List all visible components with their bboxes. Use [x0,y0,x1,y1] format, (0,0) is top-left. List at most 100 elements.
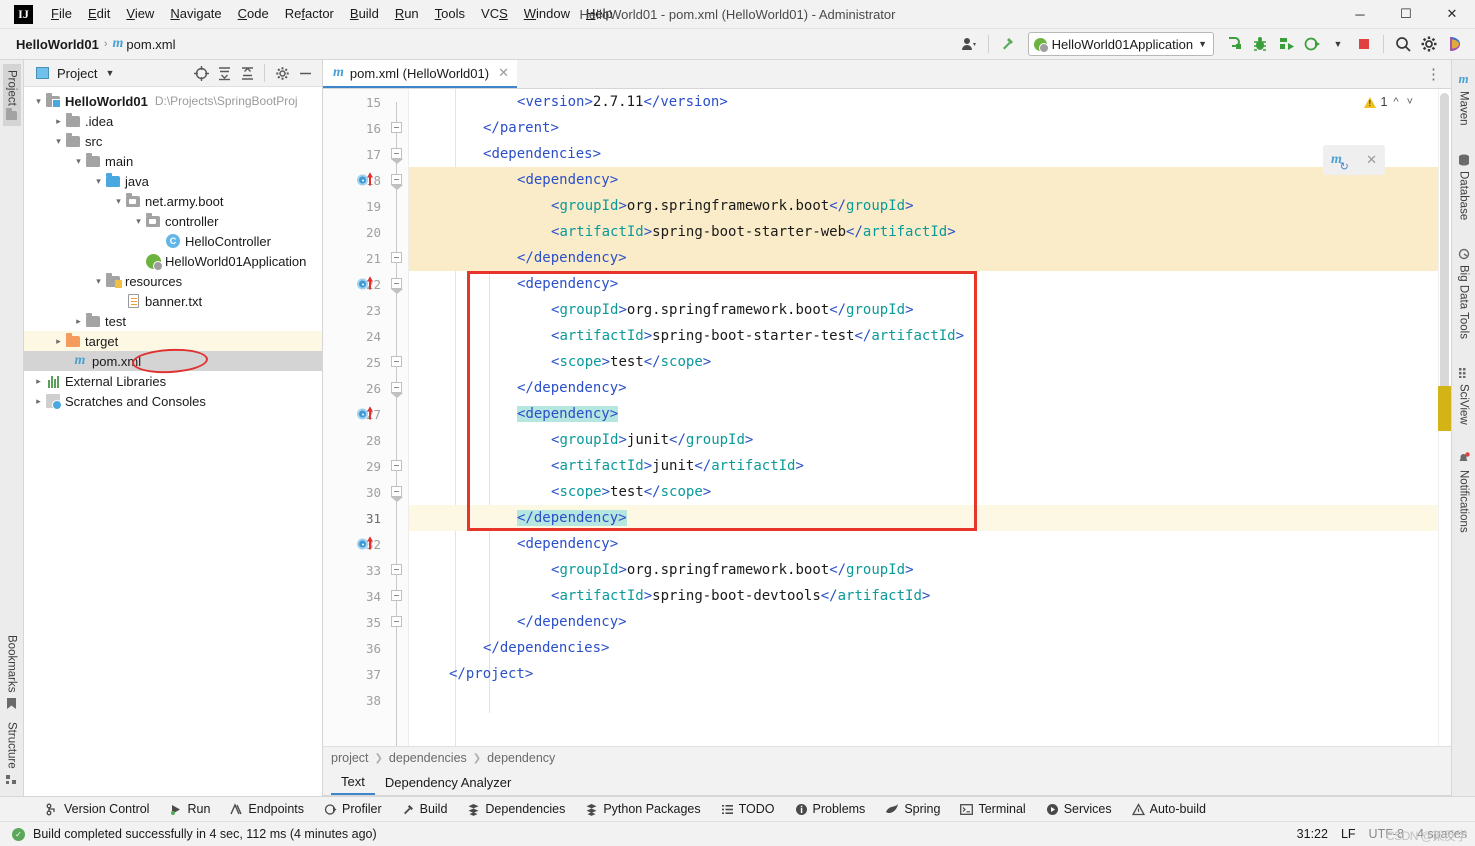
run-configuration-selector[interactable]: HelloWorld01Application ▼ [1027,32,1214,56]
caret-position[interactable]: 31:22 [1297,827,1328,841]
tree-node-resources[interactable]: ▾ resources [24,271,322,291]
tree-node-src[interactable]: ▾ src [24,131,322,151]
chevron-down-icon[interactable]: ▼ [1326,32,1350,56]
tool-button-services[interactable]: Services [1036,797,1122,822]
code-editor[interactable]: 15 16 17 18 19 20 21 22 23 24 25 26 27 2… [323,89,1451,746]
chevron-right-icon[interactable]: ▸ [52,336,65,347]
fold-marker-expanded[interactable] [391,174,403,190]
menu-help[interactable]: Help [578,3,621,25]
tree-node-helloworld01application[interactable]: HelloWorld01Application [24,251,322,271]
ide-assistant-icon[interactable] [1443,32,1467,56]
breadcrumb-dependency[interactable]: dependency [487,751,555,765]
tree-node-test[interactable]: ▸ test [24,311,322,331]
chevron-down-icon[interactable]: ▾ [32,96,45,107]
tree-node-net-army-boot[interactable]: ▾ net.army.boot [24,191,322,211]
fold-marker[interactable] [391,252,402,263]
tree-node-pom-xml[interactable]: m pom.xml [24,347,322,375]
tree-node-target[interactable]: ▸ target [24,331,322,351]
tool-button-build[interactable]: Build [392,797,458,822]
dependency-gutter-icon[interactable] [357,172,373,186]
fold-marker[interactable] [391,356,402,367]
tree-node-idea[interactable]: ▸ .idea [24,111,322,131]
maven-reload-popup[interactable]: m ✕ [1323,145,1385,175]
fold-marker[interactable] [391,616,402,627]
fold-marker[interactable] [391,122,402,133]
tree-node-scratches-and-consoles[interactable]: ▸ Scratches and Consoles [24,391,322,411]
chevron-down-icon[interactable]: ▾ [132,216,145,227]
file-encoding[interactable]: UTF-8 [1369,827,1404,841]
maven-reload-icon[interactable]: m [1331,152,1349,173]
fold-marker-expanded[interactable] [391,486,403,502]
chevron-down-icon[interactable]: ▾ [92,176,105,187]
tab-text[interactable]: Text [331,769,375,795]
fold-marker[interactable] [391,590,402,601]
fold-marker-expanded[interactable] [391,382,403,398]
expand-all-icon[interactable] [213,62,235,84]
hammer-build-icon[interactable] [996,32,1020,56]
menu-file[interactable]: File [43,3,80,25]
menu-tools[interactable]: Tools [427,3,473,25]
tree-node-hellocontroller[interactable]: C HelloController [24,231,322,251]
sidebar-item-project[interactable]: Project [2,64,21,126]
menu-refactor[interactable]: Refactor [277,3,342,25]
debug-icon[interactable] [1248,32,1272,56]
tool-button-run[interactable]: Run [159,797,220,822]
navbar-file-name[interactable]: pom.xml [126,37,175,52]
menu-view[interactable]: View [118,3,162,25]
run-icon[interactable] [1222,32,1246,56]
tree-node-banner-txt[interactable]: banner.txt [24,291,322,311]
tool-button-dependencies[interactable]: Dependencies [457,797,575,822]
close-icon[interactable]: ✕ [1366,152,1377,168]
editor-tab-pom-xml[interactable]: m pom.xml (HelloWorld01) ✕ [323,60,517,88]
chevron-down-icon[interactable]: ▾ [92,276,105,287]
chevron-right-icon[interactable]: ▸ [32,396,45,407]
more-options-icon[interactable]: ⋮ [1426,65,1443,83]
tool-button-spring[interactable]: Spring [875,797,950,822]
dependency-gutter-icon[interactable] [357,406,373,420]
close-icon[interactable]: ✕ [498,65,509,81]
chevron-down-icon[interactable]: ▼ [105,68,114,78]
chevron-right-icon[interactable]: ▸ [32,376,45,387]
editor-gutter[interactable]: 15 16 17 18 19 20 21 22 23 24 25 26 27 2… [323,89,385,746]
menu-edit[interactable]: Edit [80,3,118,25]
tool-button-auto-build[interactable]: Auto-build [1122,797,1216,822]
fold-marker[interactable] [391,460,402,471]
profiler-icon[interactable] [1300,32,1324,56]
breadcrumb-dependencies[interactable]: dependencies [389,751,467,765]
indent-setting[interactable]: 4 spaces [1417,827,1467,841]
close-button[interactable]: ✕ [1429,0,1475,29]
line-separator[interactable]: LF [1341,827,1356,841]
editor-fold-column[interactable] [385,89,409,746]
chevron-down-icon[interactable]: ▾ [112,196,125,207]
tool-button-python-packages[interactable]: Python Packages [575,797,710,822]
tool-button-profiler[interactable]: Profiler [314,797,392,822]
tool-button-endpoints[interactable]: Endpoints [220,797,314,822]
breadcrumb-project[interactable]: project [331,751,369,765]
menu-navigate[interactable]: Navigate [162,3,229,25]
navbar-project-name[interactable]: HelloWorld01 [16,37,99,52]
sidebar-item-bookmarks[interactable]: Bookmarks [3,629,21,717]
inspection-widget[interactable]: 1 ^ ˅ [1364,95,1415,109]
sidebar-item-notifications[interactable]: Notifications [1454,446,1473,539]
run-with-coverage-icon[interactable] [1274,32,1298,56]
fold-marker-expanded[interactable] [391,148,403,164]
project-tree[interactable]: ▾ HelloWorld01 D:\Projects\SpringBootPro… [24,87,322,796]
tree-node-controller[interactable]: ▾ controller [24,211,322,231]
chevron-down-icon[interactable]: ▾ [52,136,65,147]
status-message[interactable]: Build completed successfully in 4 sec, 1… [33,827,377,841]
tab-dependency-analyzer[interactable]: Dependency Analyzer [375,769,521,795]
menu-vcs[interactable]: VCS [473,3,516,25]
previous-problem-icon[interactable]: ^ [1391,96,1400,108]
code-text-area[interactable]: < version >2.7.11 </version > </parent > < dep… [409,89,1438,746]
fold-marker[interactable] [391,564,402,575]
menu-code[interactable]: Code [230,3,277,25]
tree-node-external-libraries[interactable]: ▸ External Libraries [24,371,322,391]
search-everywhere-icon[interactable] [1391,32,1415,56]
tool-button-version-control[interactable]: Version Control [36,797,159,822]
dependency-gutter-icon[interactable] [357,536,373,550]
sidebar-item-maven[interactable]: m Maven [1455,66,1473,132]
tree-node-java[interactable]: ▾ java [24,171,322,191]
sidebar-item-database[interactable]: Database [1455,148,1473,226]
tool-button-problems[interactable]: Problems [785,797,876,822]
hide-icon[interactable] [294,62,316,84]
